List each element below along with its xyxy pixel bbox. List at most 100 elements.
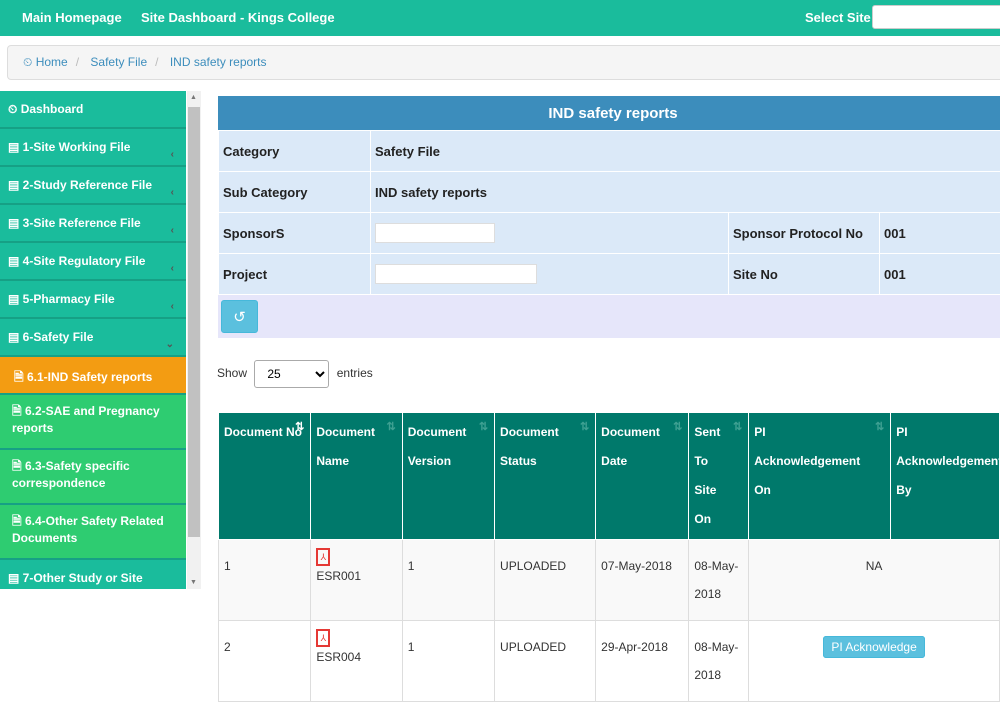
cell-version: 1 <box>402 540 494 621</box>
col-pi-ack-on[interactable]: PI Acknowledgement On⇅ <box>749 413 891 540</box>
scrollbar-thumb[interactable] <box>188 107 200 537</box>
breadcrumb-current[interactable]: IND safety reports <box>170 55 267 69</box>
sidebar-subitem-sae-pregnancy[interactable]: 🗎 6.2-SAE and Pregnancy reports <box>0 395 186 450</box>
subcategory-label: Sub Category <box>219 172 371 213</box>
entries-label: entries <box>337 366 373 380</box>
dashboard-icon: ⏲ <box>8 102 21 116</box>
cell-name[interactable]: ⅄ESR004 <box>311 621 402 702</box>
dashboard-icon: ⏲ <box>23 55 32 69</box>
site-no-label: Site No <box>729 254 880 295</box>
sidebar-item-label: 1-Site Working File <box>23 140 131 154</box>
sidebar-item-site-working-file[interactable]: ▤ 1-Site Working File ‹ <box>0 129 186 167</box>
sidebar-subitem-other-safety[interactable]: 🗎 6.4-Other Safety Related Documents <box>0 505 186 560</box>
file-icon: 🗎 <box>12 459 25 473</box>
file-icon: 🗎 <box>12 404 25 418</box>
history-icon: ↺ <box>233 309 246 326</box>
main-homepage-link[interactable]: Main Homepage <box>22 10 122 25</box>
chevron-down-icon: ⌄ <box>166 339 174 350</box>
sort-icon: ⇅ <box>673 421 682 433</box>
category-label: Category <box>219 131 371 172</box>
scroll-down-icon[interactable]: ▼ <box>190 579 197 586</box>
sidebar-item-label: 6.1-IND Safety reports <box>27 370 152 384</box>
list-icon: ▤ <box>8 216 23 230</box>
sidebar-item-dashboard[interactable]: ⏲ Dashboard <box>0 91 186 129</box>
breadcrumb-home[interactable]: Home <box>36 55 68 69</box>
cell-status: UPLOADED <box>495 540 596 621</box>
sidebar-subitem-safety-correspondence[interactable]: 🗎 6.3-Safety specific correspondence <box>0 450 186 505</box>
col-pi-ack-by[interactable]: PI Acknowledgement By <box>891 413 1000 540</box>
cell-date: 07-May-2018 <box>596 540 689 621</box>
col-document-date[interactable]: Document Date⇅ <box>596 413 689 540</box>
chevron-left-icon: ‹ <box>171 225 174 236</box>
show-label: Show <box>217 366 247 380</box>
sidebar-item-safety-file[interactable]: ▤ 6-Safety File⌄ <box>0 319 186 357</box>
col-document-no[interactable]: Document No⇅ <box>219 413 311 540</box>
site-select[interactable] <box>872 5 1000 29</box>
documents-table: Document No⇅ Document Name⇅ Document Ver… <box>218 412 1000 702</box>
page-length: Show 25 entries <box>217 360 373 388</box>
file-icon: 🗎 <box>12 514 25 528</box>
chevron-left-icon: ‹ <box>171 263 174 274</box>
chevron-left-icon: ‹ <box>171 187 174 198</box>
sort-icon: ⇅ <box>580 421 589 433</box>
sidebar-scrollbar[interactable]: ▲ ▼ <box>187 91 201 589</box>
col-document-status[interactable]: Document Status⇅ <box>495 413 596 540</box>
cell-sent: 08-May-2018 <box>689 540 749 621</box>
select-site-label: Select Site <box>805 10 871 25</box>
project-input[interactable] <box>375 264 537 284</box>
reset-button[interactable]: ↺ <box>221 300 258 333</box>
sidebar: ⏲ Dashboard ▤ 1-Site Working File ‹ ▤ 2-S… <box>0 91 186 589</box>
breadcrumb-safety-file[interactable]: Safety File <box>90 55 147 69</box>
site-dashboard-link[interactable]: Site Dashboard - Kings College <box>141 10 335 25</box>
site-no-value: 001 <box>880 254 1000 295</box>
sort-icon: ⇅ <box>479 421 488 433</box>
breadcrumb: ⏲ Home/ Safety File/ IND safety reports <box>7 45 1000 80</box>
sidebar-item-site-reference-file[interactable]: ▤ 3-Site Reference File ‹ <box>0 205 186 243</box>
protocol-value: 001 <box>880 213 1000 254</box>
category-value: Safety File <box>371 131 1000 172</box>
sidebar-item-label: 6.3-Safety specific correspondence <box>12 459 130 490</box>
col-document-version[interactable]: Document Version⇅ <box>402 413 494 540</box>
sidebar-item-study-reference-file[interactable]: ▤ 2-Study Reference File ‹ <box>0 167 186 205</box>
file-icon: 🗎 <box>14 370 27 384</box>
cell-status: UPLOADED <box>495 621 596 702</box>
col-document-name[interactable]: Document Name⇅ <box>311 413 402 540</box>
chevron-left-icon: ‹ <box>171 301 174 312</box>
sort-icon: ⇅ <box>875 421 884 433</box>
sidebar-subitem-ind-safety-reports[interactable]: 🗎 6.1-IND Safety reports <box>0 357 186 395</box>
list-icon: ▤ <box>8 292 23 306</box>
sidebar-item-label: 6-Safety File <box>23 330 94 344</box>
cell-name[interactable]: ⅄ESR001 <box>311 540 402 621</box>
pdf-icon[interactable]: ⅄ <box>316 548 330 566</box>
sidebar-item-pharmacy-file[interactable]: ▤ 5-Pharmacy File‹ <box>0 281 186 319</box>
cell-version: 1 <box>402 621 494 702</box>
list-icon: ▤ <box>8 571 23 585</box>
project-label: Project <box>219 254 371 295</box>
sidebar-item-label: Dashboard <box>21 102 84 116</box>
cell-no: 1 <box>219 540 311 621</box>
pdf-icon[interactable]: ⅄ <box>316 629 330 647</box>
sidebar-item-label: 4-Site Regulatory File <box>23 254 146 268</box>
sidebar-item-label: 6.4-Other Safety Related Documents <box>12 514 164 545</box>
list-icon: ▤ <box>8 178 23 192</box>
sponsors-label: SponsorS <box>219 213 371 254</box>
entries-select[interactable]: 25 <box>254 360 329 388</box>
scroll-up-icon[interactable]: ▲ <box>190 94 197 101</box>
pi-acknowledge-button[interactable]: PI Acknowledge <box>823 636 924 658</box>
sidebar-item-label: 2-Study Reference File <box>23 178 152 192</box>
subcategory-value: IND safety reports <box>371 172 1000 213</box>
sidebar-item-label: 3-Site Reference File <box>23 216 141 230</box>
sort-icon: ⇅ <box>295 421 304 433</box>
sort-icon: ⇅ <box>733 421 742 433</box>
sponsors-input[interactable] <box>375 223 495 243</box>
sort-icon: ⇅ <box>387 421 396 433</box>
sidebar-item-site-regulatory-file[interactable]: ▤ 4-Site Regulatory File‹ <box>0 243 186 281</box>
list-icon: ▤ <box>8 140 23 154</box>
top-navbar: Main Homepage Site Dashboard - Kings Col… <box>0 0 1000 36</box>
col-sent-to-site[interactable]: Sent To Site On⇅ <box>689 413 749 540</box>
document-info-panel: IND safety reports CategorySafety File S… <box>218 96 1000 338</box>
chevron-left-icon: ‹ <box>171 149 174 160</box>
sidebar-item-other-study[interactable]: ▤ 7-Other Study or Site <box>0 560 186 589</box>
sidebar-item-label: 7-Other Study or Site <box>23 571 143 585</box>
cell-date: 29-Apr-2018 <box>596 621 689 702</box>
